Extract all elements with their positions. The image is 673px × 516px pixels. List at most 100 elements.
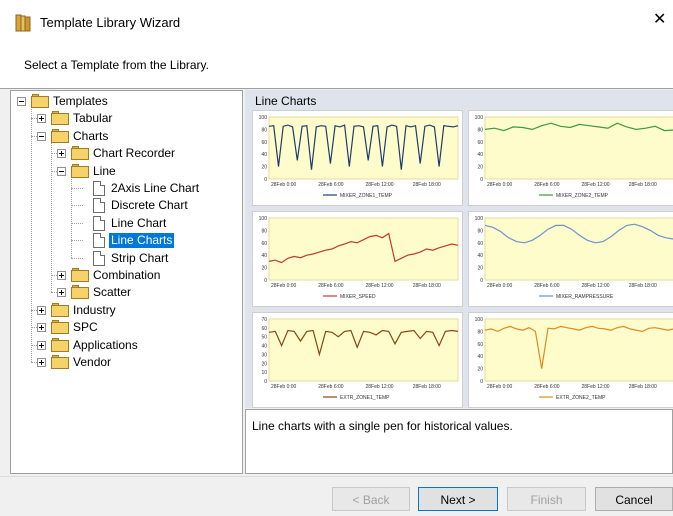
- chart-thumbnail[interactable]: 0 20 40 60 80 100 28Feb 0:00 28Feb 6:00 28Feb 12…: [252, 110, 463, 206]
- plot-area: [268, 318, 459, 382]
- y-tick-label: 0: [264, 278, 267, 284]
- document-icon: [93, 215, 105, 231]
- x-tick-label: 28Feb 18:00: [413, 283, 441, 289]
- legend-label: EXTR_ZONE1_TEMP: [340, 395, 390, 401]
- y-tick-label: 60: [261, 326, 267, 332]
- collapse-icon[interactable]: [17, 97, 26, 106]
- x-tick-label: 28Feb 6:00: [318, 283, 344, 289]
- folder-icon: [71, 268, 89, 282]
- x-tick-label: 28Feb 6:00: [534, 182, 560, 188]
- tree-item-vendor[interactable]: Vendor: [11, 354, 231, 371]
- folder-icon: [51, 337, 69, 352]
- template-library-icon: [15, 14, 31, 32]
- template-description: Line charts with a single pen for histor…: [252, 419, 513, 433]
- y-tick-label: 40: [261, 152, 267, 158]
- y-tick-label: 80: [261, 228, 267, 234]
- tree-item-spc[interactable]: SPC: [11, 319, 231, 336]
- expand-icon[interactable]: [37, 323, 46, 333]
- y-tick-label: 0: [480, 278, 483, 284]
- expand-icon[interactable]: [37, 114, 46, 124]
- x-tick-label: 28Feb 0:00: [271, 283, 297, 289]
- window-title: Template Library Wizard: [40, 15, 181, 30]
- y-tick-label: 80: [261, 127, 267, 133]
- tree-item-label: Chart Recorder: [93, 146, 176, 161]
- legend-label: EXTR_ZONE2_TEMP: [556, 395, 606, 401]
- tree-item-label: Industry: [73, 302, 116, 317]
- chart-thumbnail[interactable]: 0 20 40 60 80 100 28Feb 0:00 28Feb 6:00 28Feb 12…: [468, 110, 673, 206]
- tree-item-line[interactable]: Line: [11, 163, 231, 180]
- preview-title: Line Charts: [255, 94, 317, 108]
- tree-item-line-charts[interactable]: Line Charts: [11, 232, 231, 249]
- expand-icon[interactable]: [57, 271, 66, 280]
- x-tick-label: 28Feb 12:00: [582, 384, 610, 390]
- legend-label: MIXER_RAMPRESSURE: [556, 294, 614, 300]
- finish-button[interactable]: Finish: [507, 487, 586, 511]
- y-tick-label: 40: [477, 253, 483, 259]
- tree-item-combination[interactable]: Combination: [11, 267, 231, 284]
- tree-item-line-chart[interactable]: Line Chart: [11, 215, 231, 232]
- wizard-header: Select a Template from the Library.: [0, 44, 673, 88]
- document-icon: [93, 198, 105, 214]
- y-tick-label: 20: [261, 165, 267, 171]
- tree-item-scatter[interactable]: Scatter: [11, 284, 231, 301]
- tree-item-charts[interactable]: Charts: [11, 128, 231, 145]
- expand-icon[interactable]: [57, 288, 66, 298]
- plot-area: [484, 318, 673, 382]
- expand-icon[interactable]: [37, 305, 46, 315]
- y-tick-label: 100: [475, 115, 484, 121]
- tree-item-strip-chart[interactable]: Strip Chart: [11, 250, 231, 267]
- tree-item-label: Charts: [73, 128, 109, 143]
- y-tick-label: 20: [261, 266, 267, 272]
- cancel-button[interactable]: Cancel: [595, 487, 673, 511]
- template-tree[interactable]: Templates Tabular Charts Chart Recorder Line…: [10, 90, 243, 474]
- document-icon: [93, 181, 105, 196]
- y-tick-label: 70: [261, 317, 267, 323]
- folder-icon: [51, 302, 69, 317]
- y-tick-label: 20: [261, 361, 267, 367]
- tree-item-templates[interactable]: Templates: [11, 93, 231, 110]
- y-tick-label: 0: [264, 177, 267, 183]
- line-chart: 0 20 40 60 80 100 28Feb 0:00 28Feb 6:00 28Feb 12…: [259, 216, 459, 300]
- next-button[interactable]: Next >: [418, 487, 498, 511]
- x-tick-label: 28Feb 18:00: [629, 283, 657, 289]
- folder-icon: [31, 94, 49, 108]
- chart-thumbnail[interactable]: 0 20 40 60 80 100 28Feb 0:00 28Feb 6:00 28Feb 12…: [252, 211, 463, 307]
- collapse-icon[interactable]: [57, 166, 66, 176]
- x-tick-label: 28Feb 0:00: [487, 283, 513, 289]
- expand-icon[interactable]: [37, 340, 46, 350]
- tree-item-label: Combination: [93, 268, 161, 282]
- back-button[interactable]: < Back: [332, 487, 410, 511]
- tree-item-2axis-line-chart[interactable]: 2Axis Line Chart: [11, 180, 231, 197]
- folder-icon: [71, 146, 89, 161]
- tree-item-label: Discrete Chart: [111, 198, 188, 213]
- chart-thumbnail[interactable]: 0 20 40 60 80 100 28Feb 0:00 28Feb 6:00 28Feb 12…: [468, 211, 673, 307]
- y-tick-label: 30: [261, 352, 267, 358]
- chart-thumbnail[interactable]: 0 10 20 30 40 50 60 70 28Feb 0:00 28Feb 6:00 28Feb…: [252, 312, 463, 408]
- tree-item-chart-recorder[interactable]: Chart Recorder: [11, 145, 231, 162]
- tree-item-discrete-chart[interactable]: Discrete Chart: [11, 197, 231, 214]
- tree-item-industry[interactable]: Industry: [11, 302, 231, 319]
- collapse-icon[interactable]: [37, 131, 46, 141]
- tree-item-tabular[interactable]: Tabular: [11, 110, 231, 127]
- y-tick-label: 0: [480, 177, 483, 183]
- y-tick-label: 100: [475, 317, 484, 323]
- folder-icon: [51, 320, 69, 335]
- line-chart: 0 20 40 60 80 100 28Feb 0:00 28Feb 6:00 28Feb 12…: [475, 317, 673, 401]
- y-tick-label: 80: [477, 127, 483, 133]
- x-tick-label: 28Feb 0:00: [271, 182, 297, 188]
- y-tick-label: 60: [261, 241, 267, 247]
- x-tick-label: 28Feb 0:00: [271, 384, 297, 390]
- tree-item-applications[interactable]: Applications: [11, 337, 231, 354]
- x-tick-label: 28Feb 18:00: [629, 182, 657, 188]
- expand-icon[interactable]: [37, 358, 46, 367]
- close-icon[interactable]: ✕: [653, 12, 667, 28]
- tree-item-label: Vendor: [73, 355, 112, 369]
- y-tick-label: 20: [477, 367, 483, 373]
- chart-thumbnail[interactable]: 0 20 40 60 80 100 28Feb 0:00 28Feb 6:00 28Feb 12…: [468, 312, 673, 408]
- x-tick-label: 28Feb 18:00: [413, 384, 441, 390]
- legend-label: MIXER_SPEED: [340, 294, 376, 300]
- legend-label: MIXER_ZONE1_TEMP: [340, 193, 393, 199]
- y-tick-label: 60: [477, 241, 483, 247]
- y-tick-label: 50: [261, 335, 267, 341]
- expand-icon[interactable]: [57, 149, 66, 159]
